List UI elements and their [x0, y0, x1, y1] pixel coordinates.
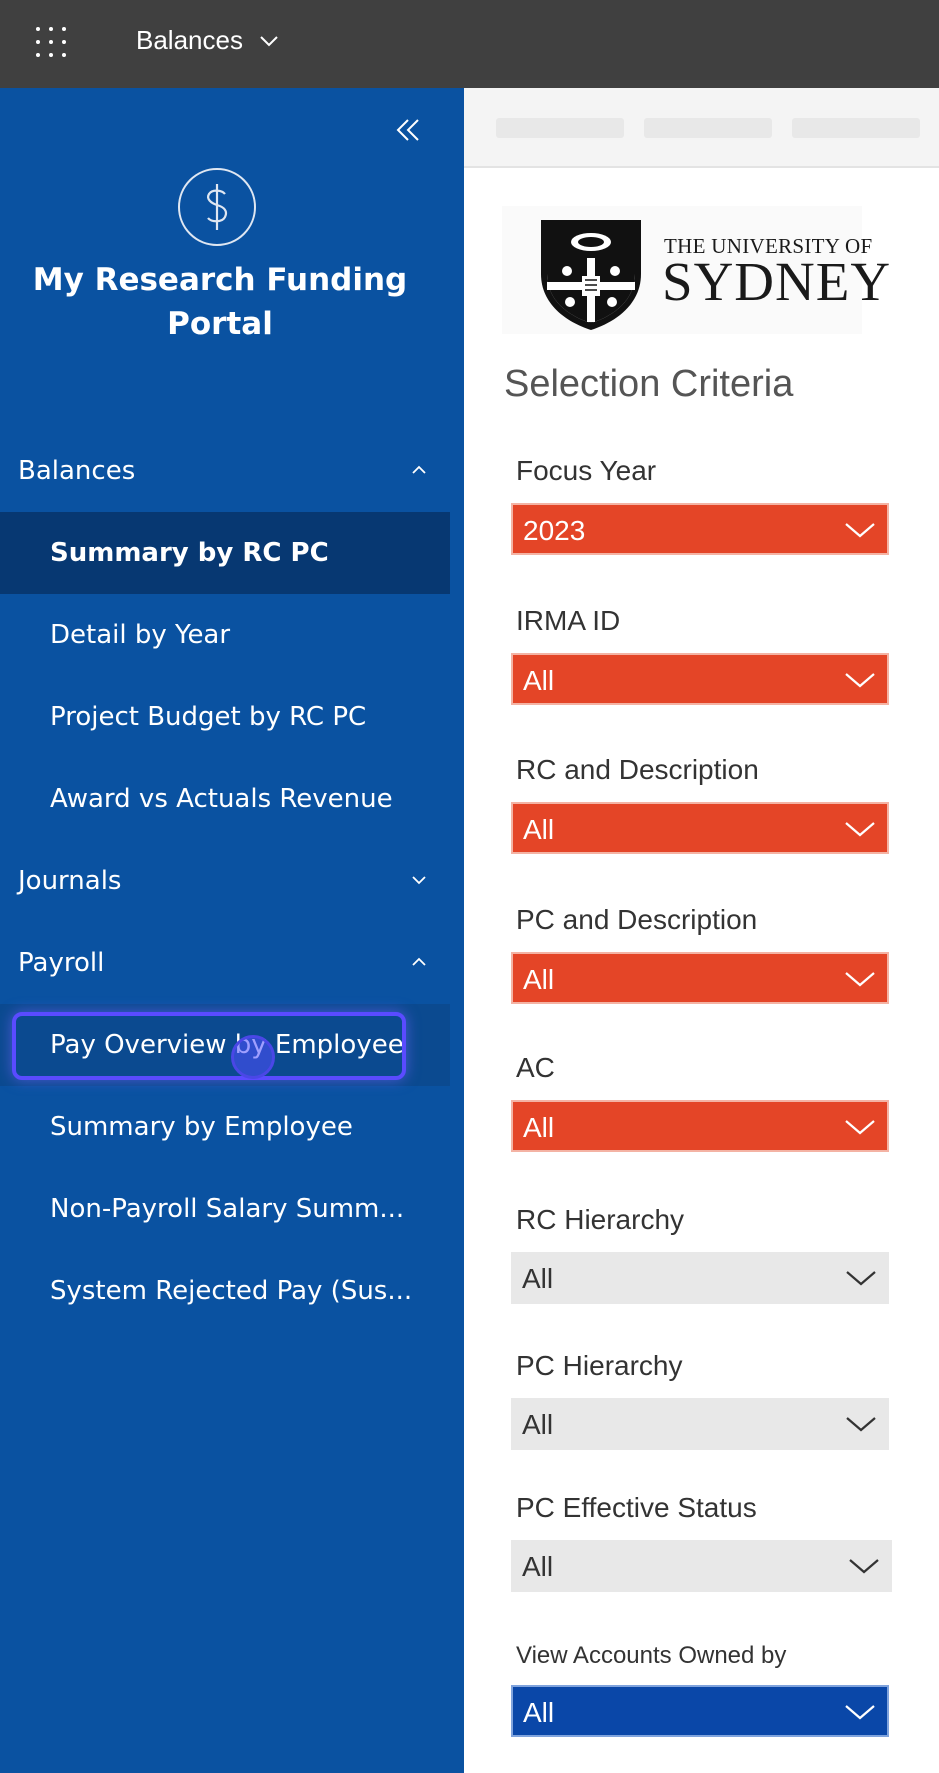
- filter-label: Focus Year: [516, 455, 657, 486]
- filter-label: RC and Description: [516, 754, 759, 785]
- chevron-down-icon: [412, 876, 426, 885]
- university-logo: THE UNIVERSITY OF SYDNEY: [502, 206, 890, 334]
- pc-effective-status-dropdown[interactable]: All: [511, 1540, 892, 1592]
- report-toolbar: [464, 88, 939, 168]
- app-launcher-icon[interactable]: [36, 27, 70, 61]
- filter-label: IRMA ID: [516, 605, 621, 636]
- sidebar-item-non-payroll-salary[interactable]: Non-Payroll Salary Summ...: [0, 1168, 450, 1250]
- sidebar-item-label: Non-Payroll Salary Summ...: [50, 1194, 405, 1224]
- sidebar-item-label: Summary by RC PC: [50, 538, 329, 568]
- pc-hierarchy-dropdown[interactable]: All: [511, 1398, 889, 1450]
- sidebar-item-label: Award vs Actuals Revenue: [50, 784, 393, 814]
- chevron-down-icon: [845, 972, 875, 987]
- toolbar-button[interactable]: [644, 118, 772, 138]
- sidebar-section-balances[interactable]: Balances: [0, 430, 450, 512]
- sidebar-item-label: Project Budget by RC PC: [50, 702, 367, 732]
- toolbar-button[interactable]: [792, 118, 920, 138]
- rc-description-dropdown[interactable]: All: [511, 802, 889, 854]
- chevron-down-icon: [845, 822, 875, 837]
- sidebar-item-label: Balances: [18, 456, 136, 486]
- sidebar-item-label: Payroll: [18, 948, 105, 978]
- page-selector[interactable]: Balances: [136, 25, 279, 56]
- chevron-down-icon: [845, 673, 875, 688]
- chevron-down-icon: [846, 1417, 876, 1432]
- chevron-down-icon: [845, 523, 875, 538]
- sidebar-item-label: Summary by Employee: [50, 1112, 353, 1142]
- chevron-up-icon: [412, 465, 426, 474]
- click-cursor-indicator: [231, 1035, 275, 1079]
- dropdown-value: All: [523, 1697, 555, 1728]
- chevron-down-icon: [845, 1120, 875, 1135]
- sidebar-item-pay-overview-by-employee[interactable]: Pay Overview by Employee: [0, 1004, 450, 1086]
- top-bar: Balances: [0, 0, 939, 88]
- focus-ring: [12, 1012, 406, 1080]
- filter-label: View Accounts Owned by: [516, 1642, 787, 1669]
- chevron-down-icon: [846, 1271, 876, 1286]
- sidebar-item-label: Journals: [18, 866, 122, 896]
- sidebar-item-project-budget[interactable]: Project Budget by RC PC: [0, 676, 450, 758]
- chevron-down-icon: [845, 1705, 875, 1720]
- dropdown-value: All: [523, 665, 555, 696]
- dropdown-value: All: [522, 1551, 554, 1582]
- sidebar-item-label: Detail by Year: [50, 620, 231, 650]
- dropdown-value: All: [523, 964, 555, 995]
- report-canvas: THE UNIVERSITY OF SYDNEY Selection Crite…: [464, 88, 939, 1773]
- accounts-owned-by-dropdown[interactable]: All: [511, 1685, 889, 1737]
- sidebar-nav: Balances Summary by RC PC Detail by Year…: [0, 430, 450, 1332]
- irma-id-dropdown[interactable]: All: [511, 653, 889, 705]
- dropdown-value: All: [522, 1409, 554, 1440]
- dropdown-value: 2023: [523, 515, 586, 546]
- sidebar-item-detail-by-year[interactable]: Detail by Year: [0, 594, 450, 676]
- sidebar-section-journals[interactable]: Journals: [0, 840, 450, 922]
- filter-label: PC Effective Status: [516, 1492, 757, 1523]
- filter-label: PC and Description: [516, 904, 758, 935]
- sidebar-item-summary-by-employee[interactable]: Summary by Employee: [0, 1086, 450, 1168]
- filter-label: AC: [516, 1052, 555, 1083]
- sidebar-item-award-vs-actuals[interactable]: Award vs Actuals Revenue: [0, 758, 450, 840]
- chevron-down-icon: [849, 1559, 879, 1574]
- dropdown-value: All: [523, 814, 555, 845]
- focus-year-dropdown[interactable]: 2023: [511, 503, 889, 555]
- dropdown-value: All: [523, 1112, 555, 1143]
- filter-label: PC Hierarchy: [516, 1350, 683, 1381]
- sidebar-item-label: System Rejected Pay (Sus...: [50, 1276, 413, 1306]
- university-name-line2: SYDNEY: [662, 251, 892, 312]
- sidebar-item-system-rejected-pay[interactable]: System Rejected Pay (Sus...: [0, 1250, 450, 1332]
- sidebar-item-summary-by-rc-pc[interactable]: Summary by RC PC: [0, 512, 450, 594]
- sidebar: My Research Funding Portal Balances Summ…: [0, 88, 464, 1773]
- portal-title: My Research Funding Portal: [32, 262, 408, 342]
- page-selector-label: Balances: [136, 25, 243, 55]
- sidebar-section-payroll[interactable]: Payroll: [0, 922, 450, 1004]
- collapse-double-chevron-icon[interactable]: [390, 112, 426, 148]
- chevron-up-icon: [412, 957, 426, 966]
- dropdown-value: All: [522, 1263, 554, 1294]
- rc-hierarchy-dropdown[interactable]: All: [511, 1252, 889, 1304]
- ac-dropdown[interactable]: All: [511, 1100, 889, 1152]
- chevron-down-icon: [260, 35, 278, 46]
- toolbar-button[interactable]: [496, 118, 624, 138]
- dollar-icon: [178, 168, 256, 246]
- filter-label: RC Hierarchy: [516, 1204, 685, 1235]
- pc-description-dropdown[interactable]: All: [511, 952, 889, 1004]
- university-crest-icon: [541, 220, 641, 330]
- selection-criteria-heading: Selection Criteria: [504, 363, 794, 405]
